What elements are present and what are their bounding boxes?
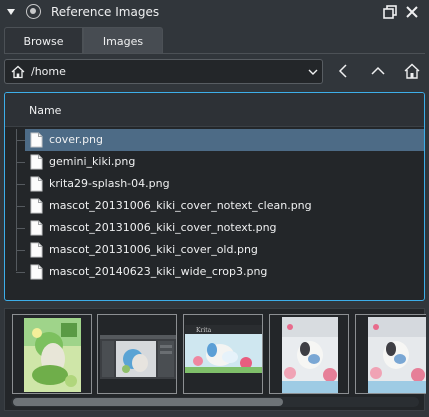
file-icon bbox=[30, 132, 43, 148]
file-name: cover.png bbox=[49, 133, 104, 146]
cover-thumbnail[interactable] bbox=[12, 314, 92, 394]
tab-bar: Browse Images bbox=[4, 27, 163, 54]
tree-branch bbox=[16, 206, 25, 207]
close-icon[interactable] bbox=[404, 4, 420, 20]
file-icon bbox=[30, 264, 43, 280]
file-name: mascot_20131006_kiki_cover_notext.png bbox=[49, 221, 277, 234]
tree-branch bbox=[16, 272, 25, 273]
triangle-down-icon[interactable] bbox=[5, 6, 17, 18]
krita-logo-icon bbox=[26, 4, 41, 19]
list-header[interactable]: Name bbox=[5, 93, 424, 127]
home-button[interactable] bbox=[402, 61, 422, 81]
file-list[interactable]: Name cover.png gemini_kiki.png krita29-s… bbox=[4, 92, 425, 301]
file-icon bbox=[30, 154, 43, 170]
tab-divider bbox=[4, 53, 425, 54]
float-window-icon[interactable] bbox=[382, 4, 398, 20]
svg-text:Krita: Krita bbox=[196, 327, 212, 334]
docker-titlebar: Reference Images bbox=[0, 0, 429, 24]
name-column-header[interactable]: Name bbox=[29, 104, 61, 117]
file-icon bbox=[30, 176, 43, 192]
tree-branch bbox=[16, 140, 25, 141]
tree-branch bbox=[16, 228, 25, 229]
file-icon bbox=[30, 220, 43, 236]
scrollbar-handle[interactable] bbox=[13, 398, 283, 406]
file-name: mascot_20131006_kiki_cover_old.png bbox=[49, 243, 258, 256]
file-row-kiki-wide-crop3[interactable]: mascot_20140623_kiki_wide_crop3.png bbox=[16, 261, 424, 283]
kiki-cover-notext-thumbnail[interactable] bbox=[355, 314, 426, 394]
tree-branch bbox=[16, 162, 25, 163]
file-name: gemini_kiki.png bbox=[49, 155, 136, 168]
file-row-kiki-cover-notext-clean[interactable]: mascot_20131006_kiki_cover_notext_clean.… bbox=[16, 195, 424, 217]
file-icon bbox=[30, 198, 43, 214]
home-icon bbox=[11, 65, 25, 79]
tree-branch bbox=[16, 250, 25, 251]
kiki-cover-notext-clean-thumbnail[interactable] bbox=[269, 314, 349, 394]
path-value: /home bbox=[31, 65, 66, 78]
reference-images-docker: Reference Images Browse Images /home Nam… bbox=[0, 0, 429, 417]
back-button[interactable] bbox=[334, 61, 354, 81]
thumbnail-strip[interactable]: Krita bbox=[4, 308, 426, 411]
file-name: mascot_20131006_kiki_cover_notext_clean.… bbox=[49, 199, 312, 212]
tree-branch bbox=[16, 184, 25, 185]
file-row-krita29-splash[interactable]: krita29-splash-04.png bbox=[16, 173, 424, 195]
file-row-gemini-kiki[interactable]: gemini_kiki.png bbox=[16, 151, 424, 173]
gemini-kiki-thumbnail[interactable] bbox=[97, 314, 177, 394]
krita-splash-thumbnail[interactable]: Krita bbox=[183, 314, 263, 394]
file-name: krita29-splash-04.png bbox=[49, 177, 170, 190]
up-button[interactable] bbox=[368, 61, 388, 81]
file-name: mascot_20140623_kiki_wide_crop3.png bbox=[49, 265, 268, 278]
tab-browse[interactable]: Browse bbox=[4, 27, 83, 54]
file-row-kiki-cover-old[interactable]: mascot_20131006_kiki_cover_old.png bbox=[16, 239, 424, 261]
chevron-down-icon[interactable] bbox=[307, 66, 319, 78]
path-combobox[interactable]: /home bbox=[4, 59, 323, 84]
file-row-kiki-cover-notext[interactable]: mascot_20131006_kiki_cover_notext.png bbox=[16, 217, 424, 239]
file-row-cover[interactable]: cover.png bbox=[16, 129, 424, 151]
docker-title: Reference Images bbox=[51, 5, 160, 19]
tab-images[interactable]: Images bbox=[83, 27, 163, 54]
horizontal-scrollbar[interactable] bbox=[11, 397, 419, 407]
file-icon bbox=[30, 242, 43, 258]
